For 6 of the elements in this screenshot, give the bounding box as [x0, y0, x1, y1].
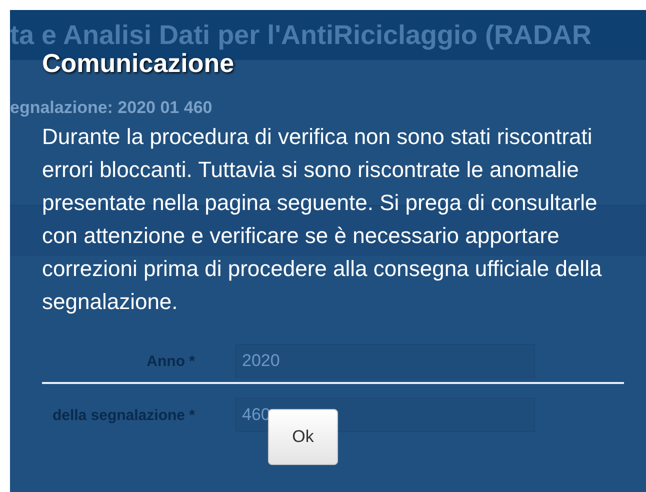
page-subtitle: egnalazione: 2020 01 460: [10, 98, 214, 118]
input-field[interactable]: 2020: [235, 344, 535, 378]
dialog-title: Comunicazione: [42, 48, 234, 78]
page-title: ta e Analisi Dati per l'AntiRiciclaggio (RADAR: [10, 20, 592, 50]
dialog-message: Durante la procedura di verifica non sono stati riscontrati errori bloccanti. Tuttavia si sono riscontrate le anomalie presentate nella pagina seguente. Si prega di consultarle con attenzione e verificare se è necessario apportare correzioni prima di procedere alla consegna ufficiale della segnalazione.: [42, 123, 603, 316]
ok-button[interactable]: Ok: [268, 409, 338, 465]
